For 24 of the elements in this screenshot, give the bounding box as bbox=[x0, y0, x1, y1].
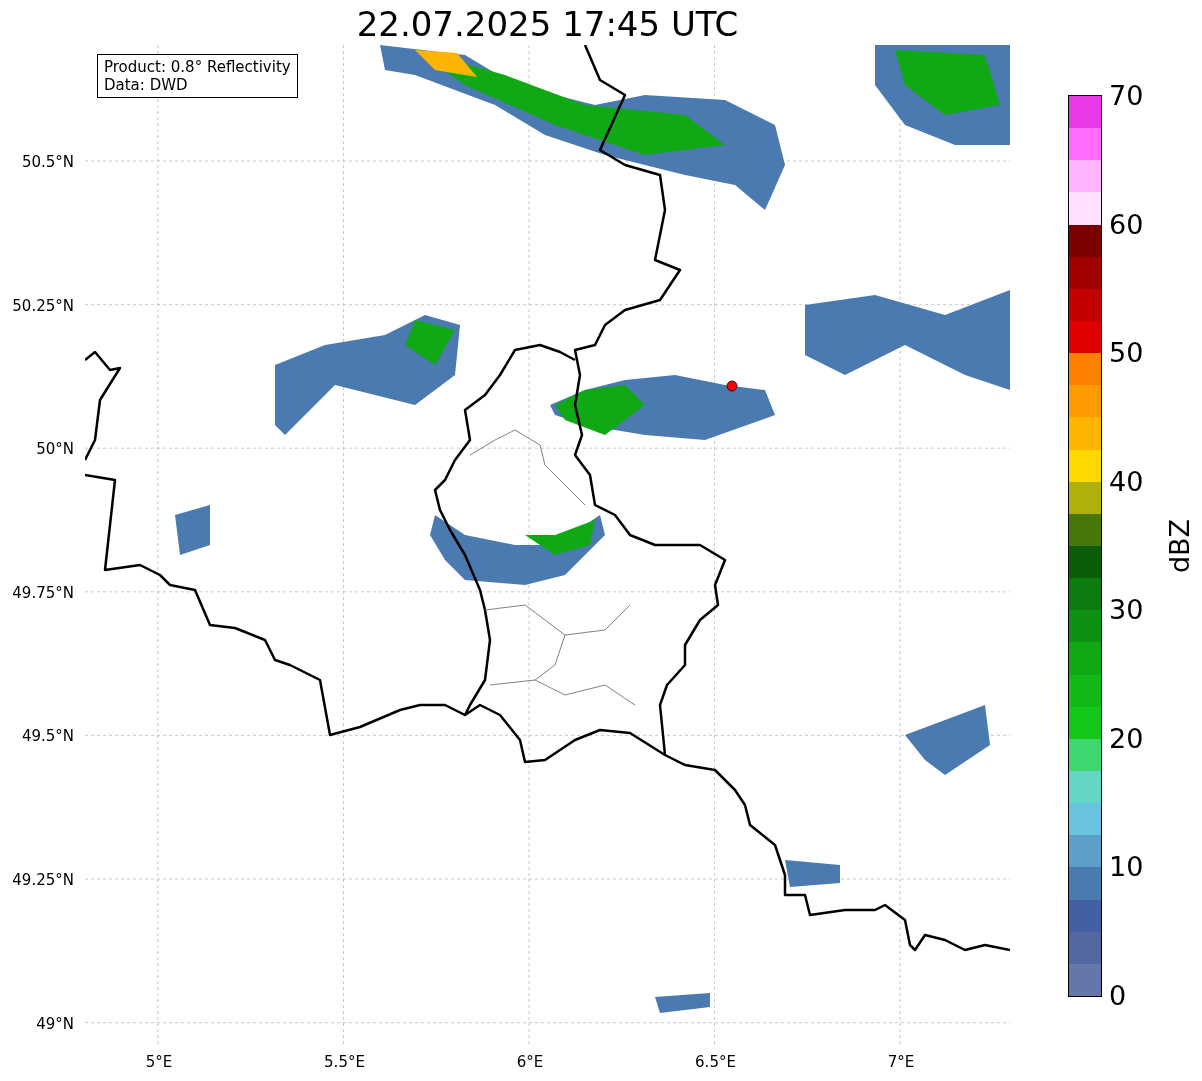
colorbar-tick-label: 10 bbox=[1109, 852, 1144, 883]
axis-tick-label: 7°E bbox=[887, 1053, 915, 1071]
axis-tick-label: 50.25°N bbox=[12, 296, 74, 315]
colorbar-tick-label: 30 bbox=[1109, 595, 1144, 626]
axis-tick-label: 49.25°N bbox=[12, 871, 74, 889]
colorbar-tick-label: 60 bbox=[1109, 209, 1144, 240]
colorbar-tick-label: 40 bbox=[1109, 466, 1144, 497]
legend-text: Product: 0.8° Reflectivity bbox=[104, 58, 291, 76]
axis-tick-label: 50°N bbox=[36, 440, 74, 459]
colorbar-tick-label: 70 bbox=[1109, 81, 1144, 111]
legend-text: Data: DWD bbox=[104, 76, 189, 94]
chart-title: 22.07.2025 17:45 UTC bbox=[355, 4, 740, 44]
axis-tick-label: 5.5°E bbox=[324, 1053, 365, 1071]
axis-tick-label: 5°E bbox=[145, 1053, 173, 1071]
colorbar-label: dBZ bbox=[1165, 518, 1196, 574]
axis-tick-label: 49.75°N bbox=[12, 583, 74, 602]
axis-tick-label: 50.5°N bbox=[21, 153, 74, 171]
colorbar-tick-label: 0 bbox=[1109, 981, 1127, 1011]
colorbar-tick-label: 50 bbox=[1109, 338, 1144, 369]
axis-tick-label: 49.5°N bbox=[21, 727, 74, 746]
axis-tick-label: 6.5°E bbox=[695, 1053, 736, 1071]
axis-tick-label: 49°N bbox=[36, 1014, 74, 1033]
axis-tick-label: 6°E bbox=[516, 1053, 544, 1071]
colorbar-tick-label: 20 bbox=[1109, 723, 1144, 754]
